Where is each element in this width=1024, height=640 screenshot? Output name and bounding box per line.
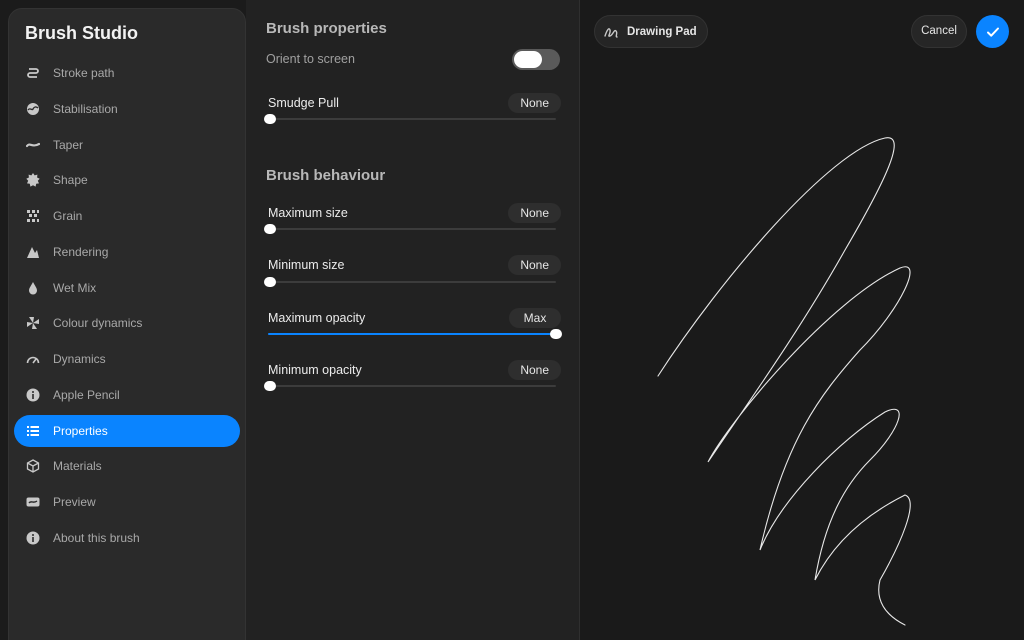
stabilisation-icon bbox=[25, 101, 41, 117]
sidebar-item-label: Dynamics bbox=[53, 352, 106, 366]
sidebar-item-stroke-path[interactable]: Stroke path bbox=[14, 57, 240, 89]
rendering-icon bbox=[25, 244, 41, 260]
sidebar-item-label: About this brush bbox=[53, 530, 140, 545]
wet-mix-icon bbox=[25, 280, 41, 296]
sidebar-item-apple-pencil[interactable]: Apple Pencil bbox=[14, 379, 240, 411]
minimum-opacity-slider[interactable] bbox=[264, 381, 556, 391]
sidebar-item-preview[interactable]: Preview bbox=[14, 486, 240, 518]
drawing-pad-button[interactable]: Drawing Pad bbox=[594, 15, 708, 48]
sidebar-nav: Stroke path Stabilisation Taper Shape Gr… bbox=[14, 57, 240, 558]
brush-properties-heading: Brush properties bbox=[266, 20, 387, 37]
stroke-path-icon bbox=[25, 65, 41, 81]
sidebar-item-properties[interactable]: Properties bbox=[14, 414, 240, 447]
minimum-opacity-label: Minimum opacity bbox=[268, 363, 362, 377]
minimum-size-slider[interactable] bbox=[264, 277, 556, 287]
smudge-pull-slider[interactable] bbox=[264, 114, 556, 124]
list-icon bbox=[25, 423, 41, 439]
dynamics-icon bbox=[25, 351, 41, 367]
sidebar-item-label: Materials bbox=[53, 459, 102, 474]
sidebar-item-dynamics[interactable]: Dynamics bbox=[14, 343, 240, 375]
maximum-size-slider[interactable] bbox=[264, 224, 556, 234]
drawing-pad-label: Drawing Pad bbox=[627, 25, 697, 38]
info-icon bbox=[25, 387, 41, 403]
sidebar-item-label: Properties bbox=[53, 423, 108, 438]
sidebar-item-label: Stroke path bbox=[53, 66, 115, 80]
info-icon bbox=[25, 530, 41, 546]
sidebar-item-rendering[interactable]: Rendering bbox=[14, 236, 240, 268]
slider-thumb[interactable] bbox=[264, 114, 276, 124]
sidebar-item-shape[interactable]: Shape bbox=[14, 164, 240, 196]
brush-stroke-preview bbox=[657, 137, 911, 626]
brush-behaviour-heading: Brush behaviour bbox=[266, 167, 386, 184]
slider-fill bbox=[268, 333, 555, 335]
sidebar-item-label: Apple Pencil bbox=[53, 387, 120, 402]
cube-icon bbox=[25, 458, 41, 474]
preview-icon bbox=[25, 494, 41, 510]
sidebar-item-label: Rendering bbox=[53, 244, 109, 259]
sidebar-item-label: Grain bbox=[53, 209, 83, 223]
taper-icon bbox=[25, 137, 41, 153]
maximum-size-value[interactable]: None bbox=[508, 203, 561, 223]
maximum-opacity-value[interactable]: Max bbox=[509, 308, 561, 328]
slider-thumb[interactable] bbox=[264, 224, 276, 234]
cancel-button[interactable]: Cancel bbox=[911, 15, 967, 48]
sidebar-item-stabilisation[interactable]: Stabilisation bbox=[14, 93, 240, 125]
maximum-size-label: Maximum size bbox=[268, 206, 348, 220]
sidebar-item-grain[interactable]: Grain bbox=[14, 200, 240, 232]
sidebar-item-taper[interactable]: Taper bbox=[14, 129, 240, 161]
sidebar-item-label: Colour dynamics bbox=[53, 316, 143, 331]
confirm-button[interactable] bbox=[976, 15, 1009, 48]
minimum-size-label: Minimum size bbox=[268, 258, 345, 272]
sidebar-item-about[interactable]: About this brush bbox=[14, 522, 240, 554]
orient-to-screen-label: Orient to screen bbox=[266, 52, 355, 66]
minimum-size-value[interactable]: None bbox=[508, 255, 561, 275]
maximum-opacity-slider[interactable] bbox=[268, 329, 562, 339]
smudge-pull-label: Smudge Pull bbox=[268, 96, 339, 110]
app-title: Brush Studio bbox=[25, 23, 138, 43]
sidebar-item-materials[interactable]: Materials bbox=[14, 450, 240, 482]
drawing-pad-canvas[interactable]: Drawing Pad Cancel bbox=[580, 0, 1024, 640]
minimum-opacity-value[interactable]: None bbox=[508, 360, 561, 380]
sidebar-item-colour-dynamics[interactable]: Colour dynamics bbox=[14, 307, 240, 339]
drawing-pad-icon bbox=[603, 24, 619, 40]
colour-dynamics-icon bbox=[25, 315, 41, 331]
orient-to-screen-toggle[interactable] bbox=[512, 49, 560, 70]
slider-thumb[interactable] bbox=[550, 329, 562, 339]
checkmark-icon bbox=[985, 24, 1001, 40]
shape-icon bbox=[25, 172, 41, 188]
sidebar-item-wet-mix[interactable]: Wet Mix bbox=[14, 272, 240, 304]
slider-thumb[interactable] bbox=[264, 381, 276, 391]
slider-thumb[interactable] bbox=[264, 277, 276, 287]
properties-panel: Brush properties Orient to screen Smudge… bbox=[246, 0, 579, 640]
sidebar-item-label: Stabilisation bbox=[53, 101, 118, 116]
maximum-opacity-label: Maximum opacity bbox=[268, 311, 366, 325]
sidebar-item-label: Wet Mix bbox=[53, 280, 97, 295]
toggle-knob bbox=[514, 51, 542, 68]
sidebar-item-label: Taper bbox=[53, 137, 84, 152]
smudge-pull-value[interactable]: None bbox=[508, 93, 561, 113]
grain-icon bbox=[25, 208, 41, 224]
sidebar-item-label: Preview bbox=[53, 495, 96, 509]
sidebar: Brush Studio Stroke path Stabilisation T… bbox=[8, 8, 246, 640]
sidebar-item-label: Shape bbox=[53, 173, 88, 188]
